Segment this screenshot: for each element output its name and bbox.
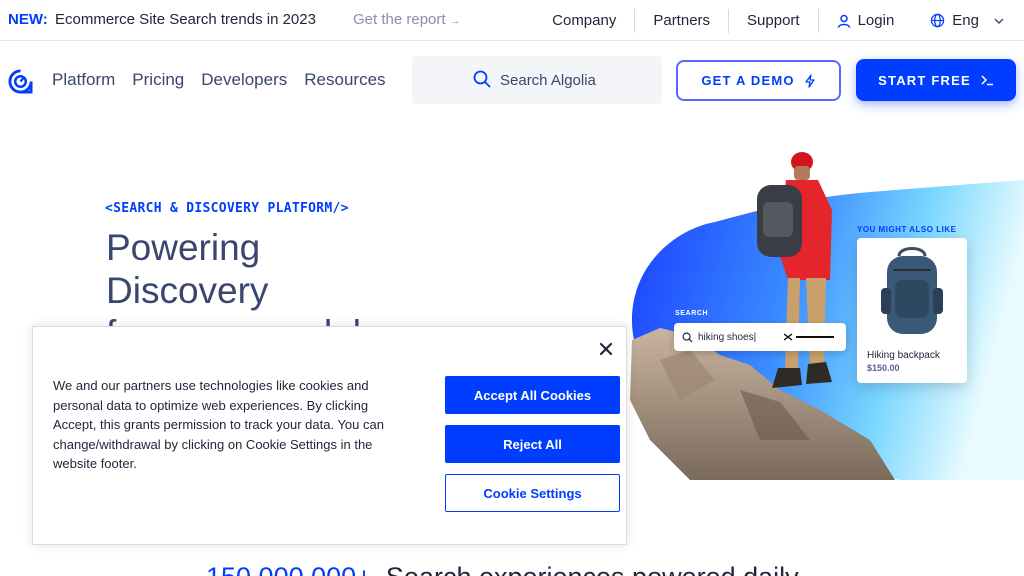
get-report-link[interactable]: Get the report → xyxy=(353,11,461,28)
demo-search-box: hiking shoes| xyxy=(674,323,846,351)
hero-title-line-1: Powering xyxy=(106,227,261,268)
chevron-down-icon xyxy=(994,18,1004,24)
user-icon xyxy=(837,14,850,28)
stats-text: Search experiences powered daily xyxy=(386,562,799,576)
get-report-label[interactable]: Get the report xyxy=(353,11,446,28)
top-link-company[interactable]: Company xyxy=(534,8,636,33)
nav-item-platform[interactable]: Platform xyxy=(52,70,115,90)
new-badge: NEW: xyxy=(8,11,48,28)
announcement-bar: NEW: Ecommerce Site Search trends in 202… xyxy=(0,0,1024,41)
terminal-prompt-icon xyxy=(981,75,993,86)
stats-number: 150,000,000+ xyxy=(206,562,372,576)
top-link-support[interactable]: Support xyxy=(729,8,819,33)
search-box[interactable]: Search Algolia xyxy=(412,56,662,104)
demo-search-query: hiking shoes| xyxy=(698,331,757,343)
login-link[interactable]: Login xyxy=(819,9,913,33)
get-demo-button[interactable]: GET A DEMO xyxy=(676,60,841,101)
product-price: $150.00 xyxy=(867,363,900,373)
main-nav: Platform Pricing Developers Resources Se… xyxy=(0,42,1024,118)
nav-item-pricing[interactable]: Pricing xyxy=(132,70,184,90)
cookie-text: We and our partners use technologies lik… xyxy=(53,378,384,471)
cookie-settings-button[interactable]: Cookie Settings xyxy=(445,474,620,512)
stats-line: 150,000,000+ Search experiences powered d… xyxy=(206,562,799,576)
backpack-image xyxy=(881,247,943,334)
nav-items: Platform Pricing Developers Resources xyxy=(52,70,386,90)
search-icon xyxy=(473,70,491,88)
accept-all-cookies-button[interactable]: Accept All Cookies xyxy=(445,376,620,414)
login-label[interactable]: Login xyxy=(858,9,895,33)
language-label[interactable]: Eng xyxy=(952,9,979,33)
cookie-consent-dialog: We and our partners use technologies lik… xyxy=(32,326,627,545)
arrow-right-icon: → xyxy=(449,15,461,27)
nav-item-developers[interactable]: Developers xyxy=(201,70,287,90)
nav-item-resources[interactable]: Resources xyxy=(304,70,385,90)
lightning-icon xyxy=(805,73,815,88)
start-free-label[interactable]: START FREE xyxy=(878,73,971,88)
get-demo-label[interactable]: GET A DEMO xyxy=(701,73,794,88)
search-icon xyxy=(682,332,693,343)
hero-title-line-2: Discovery xyxy=(106,270,269,311)
recommendation-label: YOU MIGHT ALSO LIKE xyxy=(857,225,957,234)
brand-logo-icon xyxy=(784,333,834,341)
top-links: Company Partners Support Login Eng xyxy=(534,0,1024,41)
search-placeholder[interactable]: Search Algolia xyxy=(500,72,596,89)
announcement-headline[interactable]: Ecommerce Site Search trends in 2023 xyxy=(55,11,316,28)
start-free-button[interactable]: START FREE xyxy=(856,59,1016,101)
demo-search-label: SEARCH xyxy=(675,310,709,317)
reject-all-button[interactable]: Reject All xyxy=(445,425,620,463)
language-selector[interactable]: Eng xyxy=(912,9,1024,33)
close-icon[interactable] xyxy=(599,342,613,356)
algolia-logo-icon[interactable] xyxy=(8,69,33,94)
hero-eyebrow: <SEARCH & DISCOVERY PLATFORM/> xyxy=(105,201,349,216)
globe-icon xyxy=(931,13,945,28)
top-link-partners[interactable]: Partners xyxy=(635,8,730,33)
product-name: Hiking backpack xyxy=(867,350,940,361)
product-card[interactable]: Hiking backpack $150.00 xyxy=(857,238,967,383)
